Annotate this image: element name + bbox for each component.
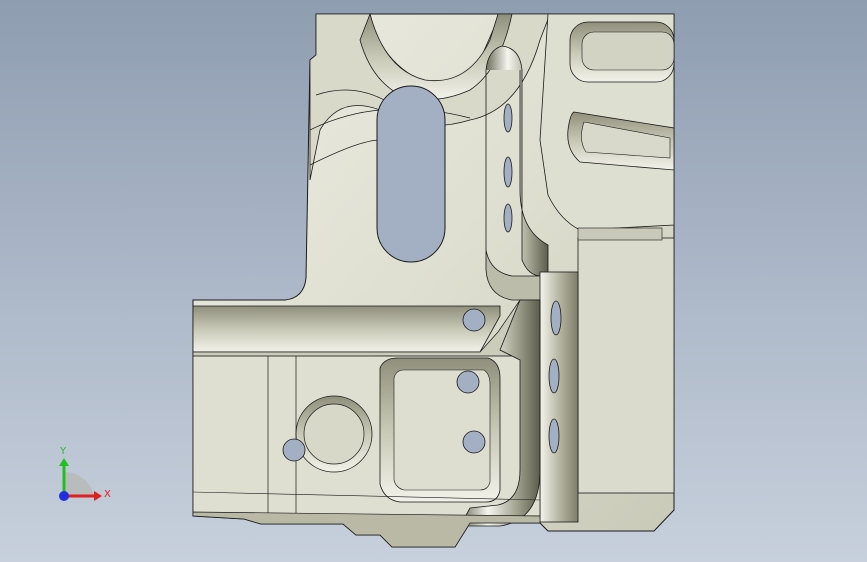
y-axis-label: Y — [59, 446, 67, 457]
hole-1 — [462, 308, 486, 332]
slot-hole — [376, 85, 446, 263]
right-lower-ledge — [577, 227, 663, 241]
rib-slot-1 — [503, 103, 513, 133]
channel-slot-2 — [548, 358, 560, 394]
hole-2 — [456, 370, 480, 394]
hole-4 — [282, 438, 306, 462]
coordinate-triad: X Y — [59, 446, 111, 501]
cad-viewport[interactable]: X Y — [0, 0, 867, 562]
upper-pocket-inner — [581, 31, 675, 71]
hole-3 — [462, 430, 486, 454]
sheet-metal-part[interactable] — [192, 12, 675, 548]
rib-slot-3 — [503, 203, 513, 233]
rib-slot-2 — [503, 156, 513, 188]
round-boss-inner — [303, 403, 365, 465]
triad-arc — [64, 471, 94, 496]
channel-slot-3 — [548, 418, 560, 454]
channel-slot-1 — [550, 300, 562, 336]
horizontal-flange — [192, 305, 501, 353]
y-axis-head — [59, 458, 69, 466]
z-axis-dot — [59, 491, 69, 501]
bottom-flange — [192, 511, 541, 548]
x-axis-label: X — [104, 489, 111, 500]
right-lower-panel — [577, 237, 675, 494]
x-axis-head — [94, 491, 102, 501]
